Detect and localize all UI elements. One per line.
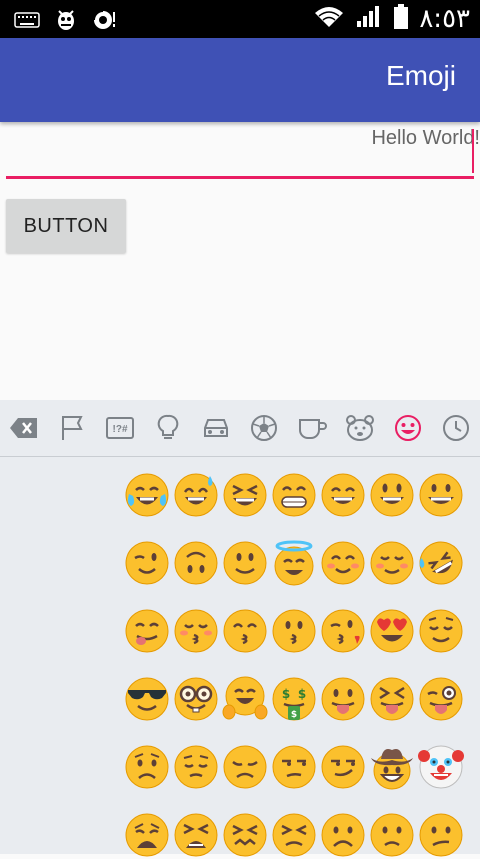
emoji-row — [122, 742, 465, 791]
text-input-value: Hello World! — [371, 127, 480, 149]
bear-icon[interactable] — [336, 400, 384, 456]
flag-icon[interactable] — [48, 400, 96, 456]
emoji-laughing[interactable] — [220, 470, 269, 519]
emoji-heart-eyes[interactable] — [367, 606, 416, 655]
symbols-label: !?# — [113, 424, 128, 435]
main-button[interactable]: BUTTON — [6, 199, 126, 253]
emoji-tongue[interactable] — [318, 674, 367, 723]
emoji-nerd[interactable] — [171, 674, 220, 723]
emoji-row — [122, 606, 465, 655]
wifi-icon — [313, 5, 345, 33]
cup-icon[interactable] — [288, 400, 336, 456]
emoji-slight-smile[interactable] — [220, 538, 269, 587]
emoji-tears-of-joy[interactable] — [122, 470, 171, 519]
emoji-grinning[interactable] — [416, 470, 465, 519]
emoji-unamused[interactable] — [269, 742, 318, 791]
status-bar: ٨:٥٣ — [0, 0, 480, 38]
emoji-confounded[interactable] — [220, 810, 269, 859]
emoji-pensive[interactable] — [171, 742, 220, 791]
clock-time: ٨:٥٣ — [419, 4, 470, 34]
emoji-row — [122, 470, 465, 519]
battery-icon — [393, 4, 409, 34]
emoji-blush[interactable] — [318, 538, 367, 587]
svg-text:$: $ — [290, 710, 296, 720]
sync-icon — [92, 8, 118, 36]
emoji-hugging[interactable] — [220, 674, 269, 723]
emoji-kissing[interactable] — [269, 606, 318, 655]
emoji-slight-frown[interactable] — [367, 810, 416, 859]
emoji-rofl[interactable] — [416, 538, 465, 587]
emoji-cowboy[interactable] — [367, 742, 416, 791]
emoji-upside-down[interactable] — [171, 538, 220, 587]
emoji-kissing-heart[interactable] — [318, 606, 367, 655]
emoji-row: $ $ $ — [122, 674, 465, 723]
emoji-smirk[interactable] — [318, 742, 367, 791]
emoji-grin[interactable] — [269, 470, 318, 519]
signal-icon — [355, 5, 383, 33]
emoji-worried[interactable] — [122, 742, 171, 791]
emoji-kissing-closed-eyes[interactable] — [171, 606, 220, 655]
keyboard-icon — [14, 11, 40, 33]
emoji-money-mouth[interactable]: $ $ $ — [269, 674, 318, 723]
svg-text:$: $ — [297, 687, 305, 701]
emoji-frowning-face[interactable] — [318, 810, 367, 859]
emoji-weary[interactable] — [122, 810, 171, 859]
emoji-keyboard: !?# $ $ $ — [0, 400, 480, 856]
text-cursor — [472, 129, 474, 173]
emoji-winking-tongue[interactable] — [416, 674, 465, 723]
emoji-relieved[interactable] — [416, 606, 465, 655]
svg-text:$: $ — [281, 687, 289, 701]
emoji-squinting-tongue[interactable] — [367, 674, 416, 723]
bug-icon — [54, 8, 78, 36]
emoji-tired[interactable] — [171, 810, 220, 859]
backspace-icon[interactable] — [0, 400, 48, 456]
emoji-sweat-smile[interactable] — [171, 470, 220, 519]
emoji-innocent[interactable] — [269, 538, 318, 587]
smiley-icon[interactable] — [384, 400, 432, 456]
symbols-icon[interactable]: !?# — [96, 400, 144, 456]
keyboard-tab-bar: !?# — [0, 400, 480, 457]
emoji-clown[interactable] — [416, 742, 465, 791]
emoji-row — [122, 538, 465, 587]
emoji-kissing-smiling-eyes[interactable] — [220, 606, 269, 655]
emoji-persevere[interactable] — [269, 810, 318, 859]
emoji-yum[interactable] — [122, 606, 171, 655]
app-bar: Emoji — [0, 38, 480, 122]
emoji-disappointed[interactable] — [220, 742, 269, 791]
emoji-confused[interactable] — [416, 810, 465, 859]
lightbulb-icon[interactable] — [144, 400, 192, 456]
emoji-smiley[interactable] — [367, 470, 416, 519]
soccer-ball-icon[interactable] — [240, 400, 288, 456]
car-icon[interactable] — [192, 400, 240, 456]
text-input[interactable]: Hello World! — [6, 123, 480, 179]
emoji-smile[interactable] — [318, 470, 367, 519]
emoji-sunglasses[interactable] — [122, 674, 171, 723]
input-underline — [6, 176, 474, 179]
app-title: Emoji — [385, 60, 456, 91]
emoji-wink[interactable] — [122, 538, 171, 587]
emoji-relaxed[interactable] — [367, 538, 416, 587]
emoji-row — [122, 810, 465, 859]
clock-icon[interactable] — [432, 400, 480, 456]
